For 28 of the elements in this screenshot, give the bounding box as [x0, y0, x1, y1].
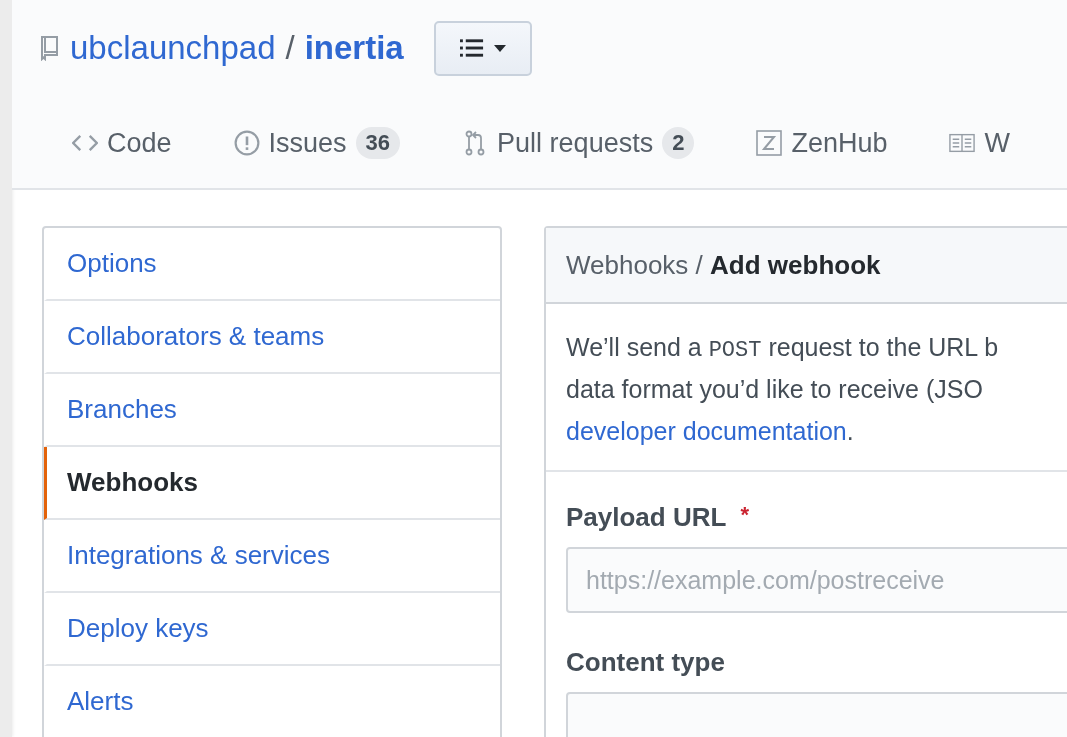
menu-item[interactable]: Collaborators & teams	[44, 301, 500, 374]
list-icon	[459, 38, 485, 58]
menu-item[interactable]: Webhooks	[44, 447, 500, 520]
repo-name-link[interactable]: inertia	[304, 29, 404, 67]
nav-tab[interactable]: Pull requests 2	[462, 127, 695, 159]
menu-item[interactable]: Alerts	[44, 666, 500, 737]
field-label: Payload URL	[566, 502, 727, 533]
menu-button[interactable]	[433, 20, 532, 76]
nav-tab[interactable]: W	[949, 127, 1010, 159]
menu-item[interactable]: Deploy keys	[44, 593, 500, 666]
required-mark: *	[740, 502, 749, 529]
menu-item[interactable]: Branches	[44, 374, 500, 447]
nav-tab[interactable]: Issues 36	[233, 127, 401, 159]
issue-icon	[233, 130, 260, 156]
menu-item[interactable]: Integrations & services	[44, 520, 500, 593]
description-text: We’ll send a POST request to the URL b data format you’d like to receive (JSO developer documentation.	[546, 304, 1067, 472]
documentation-link[interactable]: developer documentation	[566, 417, 847, 445]
repo-icon	[40, 35, 60, 61]
input-field[interactable]: https://example.com/postreceive	[566, 547, 1067, 613]
breadcrumb: Webhooks / Add webhook	[566, 249, 881, 281]
repo-owner-link[interactable]: ubclaunchpad	[70, 29, 276, 67]
menu-item[interactable]: Options	[44, 228, 500, 301]
nav-tab[interactable]: ZenHub	[756, 127, 888, 159]
field-label: Content type	[566, 647, 725, 678]
nav-tab[interactable]: Code	[72, 127, 172, 159]
path-separator: /	[285, 29, 295, 67]
caret-icon	[493, 44, 506, 52]
zenhub-icon	[756, 130, 783, 156]
